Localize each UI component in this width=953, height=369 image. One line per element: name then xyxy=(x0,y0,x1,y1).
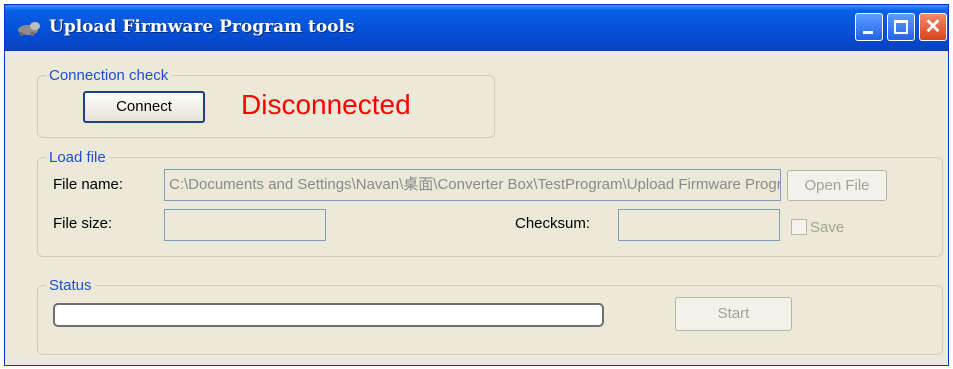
close-icon: ✕ xyxy=(924,16,942,38)
file-size-label: File size: xyxy=(53,215,113,232)
file-name-label: File name: xyxy=(53,176,124,193)
save-checkbox[interactable] xyxy=(791,219,807,235)
connection-status: Disconnected xyxy=(241,89,411,120)
file-name-field[interactable]: C:\Documents and Settings\Navan\桌面\Conve… xyxy=(164,169,781,201)
maximize-button[interactable] xyxy=(887,13,915,41)
connect-button[interactable]: Connect xyxy=(83,91,205,123)
connection-check-legend: Connection check xyxy=(46,67,172,85)
maximize-icon xyxy=(894,20,908,34)
file-size-field[interactable] xyxy=(164,209,326,241)
checksum-label: Checksum: xyxy=(515,215,591,232)
checksum-field[interactable] xyxy=(618,209,780,241)
start-button[interactable]: Start xyxy=(675,297,792,331)
title-bar[interactable]: Upload Firmware Program tools ✕ xyxy=(5,5,948,51)
save-label: Save xyxy=(810,219,845,236)
minimize-button[interactable] xyxy=(855,13,883,41)
status-legend: Status xyxy=(46,277,95,295)
minimize-icon xyxy=(863,31,873,34)
close-button[interactable]: ✕ xyxy=(919,13,947,41)
app-icon xyxy=(18,22,40,36)
load-file-legend: Load file xyxy=(46,149,109,167)
app-window: Upload Firmware Program tools ✕ Connecti… xyxy=(4,4,949,366)
progress-bar xyxy=(53,303,604,327)
open-file-button[interactable]: Open File xyxy=(787,170,887,201)
window-title: Upload Firmware Program tools xyxy=(49,17,355,37)
